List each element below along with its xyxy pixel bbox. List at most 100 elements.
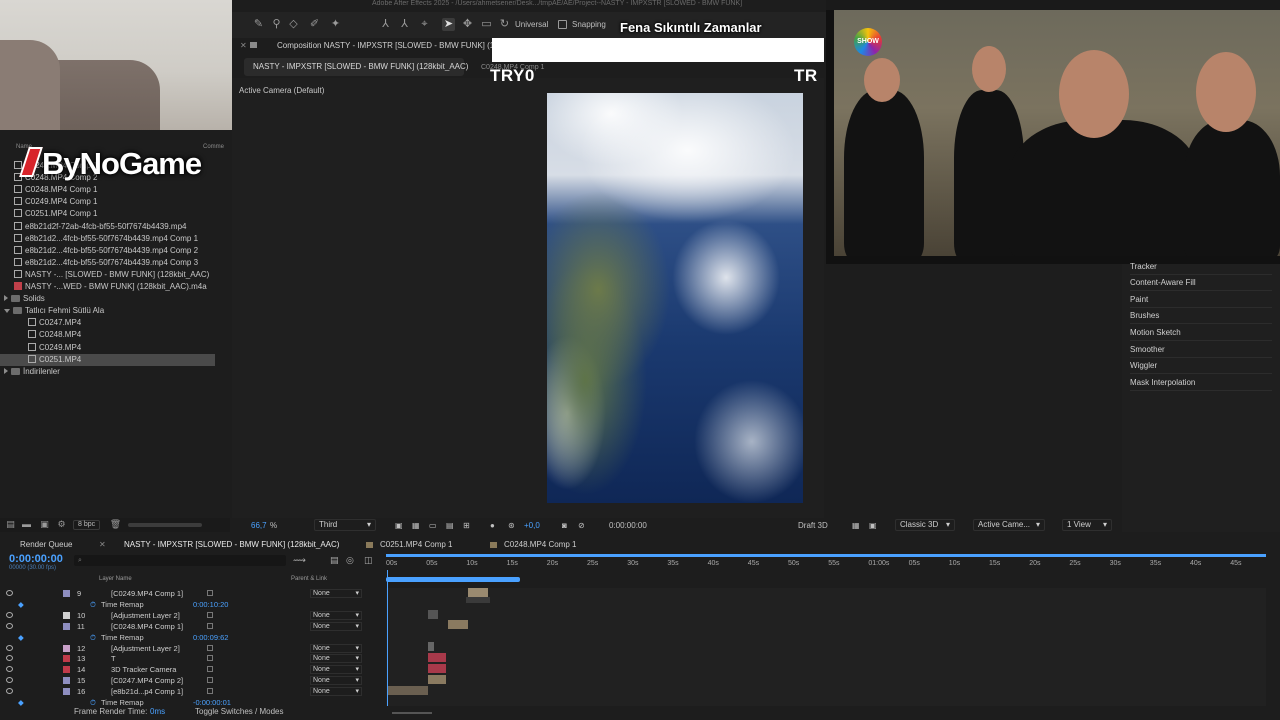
channel-icon[interactable]: ⊞ [463,521,470,531]
draft-3d-label[interactable]: Draft 3D [798,521,828,531]
track-bar[interactable] [468,588,488,597]
panel-content-aware-fill[interactable]: Content-Aware Fill [1130,275,1272,291]
layer-switch[interactable] [207,677,213,684]
motion-blur-icon[interactable]: ⟿ [293,555,306,566]
project-item[interactable]: C0248.MP4 [0,329,215,341]
label-color-swatch[interactable] [63,644,70,652]
tab-c0248[interactable]: C0248.MP4 Comp 1 [504,540,576,549]
label-color-swatch[interactable] [63,655,70,663]
bit-depth-button[interactable]: 8 bpc [73,520,101,530]
layer-row[interactable]: 12 [Adjustment Layer 2] None [0,643,385,654]
property-value[interactable]: 0:00:10:20 [193,599,228,610]
axis-local-icon[interactable]: ⅄ [379,18,392,31]
stopwatch-icon[interactable]: ⏱ [90,599,96,610]
layer-switch[interactable] [207,688,213,695]
project-item[interactable]: e8b21d2...4fcb-bf55-50f7674b4439.mp4 Com… [0,257,215,269]
layer-switch[interactable] [207,655,213,662]
expand-icon[interactable] [4,295,8,302]
stopwatch-icon[interactable]: ⏱ [90,632,96,643]
new-comp-icon[interactable]: ▣ [38,518,51,531]
project-item[interactable]: e8b21d2...4fcb-bf55-50f7674b4439.mp4 Com… [0,233,215,245]
layer-name[interactable]: [C0249.MP4 Comp 1] [111,588,183,599]
chart-icon[interactable]: ◫ [364,555,373,566]
project-item[interactable]: Tatlıcı Fehmi Sütlü Ala [0,305,215,317]
track-bar[interactable] [428,664,446,673]
visibility-icon[interactable] [6,677,13,684]
timeline-search-input[interactable]: ⌕ [74,555,286,566]
graph-editor-icon[interactable]: ◎ [346,555,354,566]
extended-viewer-icon[interactable]: ▣ [869,521,877,531]
roto-brush-icon[interactable]: ✐ [308,18,321,31]
visibility-icon[interactable] [6,688,13,695]
label-color-swatch[interactable] [63,611,70,619]
exposure-value[interactable]: +0,0 [524,521,540,531]
expand-icon[interactable] [4,367,8,374]
rectangle-tool-icon[interactable]: ▭ [480,18,493,31]
region-of-interest-icon[interactable]: ▣ [395,521,403,531]
visibility-icon[interactable] [6,590,13,596]
composition-subtab[interactable]: NASTY - IMPXSTR [SLOWED - BMW FUNK] (128… [244,58,468,76]
panel-smoother[interactable]: Smoother [1130,342,1272,358]
trash-icon[interactable]: 🗑 [109,518,122,531]
selection-tool-icon[interactable]: ➤ [442,18,455,31]
label-color-swatch[interactable] [63,688,70,696]
project-item[interactable]: İndirilenler [0,366,215,378]
layer-tracks[interactable] [386,588,1266,706]
layer-name[interactable]: 3D Tracker Camera [111,664,176,675]
project-item[interactable]: C0247.MP4 [0,317,215,329]
layer-name[interactable]: [C0247.MP4 Comp 2] [111,675,183,686]
project-item[interactable]: NASTY -...WED - BMW FUNK] (128kbit_AAC).… [0,281,215,293]
project-item[interactable]: e8b21d2...4fcb-bf55-50f7674b4439.mp4 Com… [0,245,215,257]
puppet-pin-icon[interactable]: ✦ [329,18,342,31]
project-item[interactable]: C0249.MP4 [0,342,215,354]
exposure-reset-icon[interactable]: ⊛ [508,521,515,531]
visibility-icon[interactable] [6,611,13,618]
track-bar[interactable] [428,675,446,684]
time-ruler[interactable]: 00s 05s 10s 15s 20s 25s 30s 35s 40s 45s 50s 55s 01:0… [386,556,1266,574]
track-bar[interactable] [428,610,438,619]
layer-switch[interactable] [207,644,213,651]
zoom-value[interactable]: 66,7 [251,521,267,531]
layer-switch[interactable] [207,590,213,596]
property-value[interactable]: 0:00:09:62 [193,632,228,643]
layer-row[interactable]: 9 [C0249.MP4 Comp 1] None [0,588,385,599]
track-bar[interactable] [428,642,434,651]
resolution-dropdown[interactable]: Third [314,519,376,531]
3d-ground-icon[interactable]: ▦ [852,521,860,531]
label-color-swatch[interactable] [63,677,70,685]
label-color-swatch[interactable] [63,666,70,674]
interpret-footage-icon[interactable]: ▤ [4,518,17,531]
work-area-bar[interactable] [386,577,520,582]
snapshot-icon[interactable]: ◙ [562,521,567,531]
panel-brushes[interactable]: Brushes [1130,308,1272,324]
layer-row[interactable]: 14 3D Tracker Camera None [0,664,385,675]
visibility-icon[interactable] [6,622,13,629]
comment-column-header[interactable]: Comme [203,144,224,150]
guides-icon[interactable]: ▤ [446,521,454,531]
frame-blending-icon[interactable]: ▤ [330,555,339,566]
layer-row[interactable]: 10 [Adjustment Layer 2] None [0,610,385,621]
layer-row[interactable]: 13 T None [0,653,385,664]
layer-name[interactable]: [Adjustment Layer 2] [111,610,180,621]
mask-visibility-icon[interactable]: ▭ [429,521,437,531]
layer-name-header[interactable]: Layer Name [99,576,132,582]
toggle-switches-modes[interactable]: Toggle Switches / Modes [195,707,284,716]
hand-tool-icon[interactable]: ✥ [461,18,474,31]
label-color-swatch[interactable] [63,590,70,597]
parent-dropdown[interactable]: None [310,621,362,631]
visibility-icon[interactable] [6,655,13,662]
snapping-checkbox[interactable] [558,20,567,29]
layer-name[interactable]: T [111,653,116,664]
layer-property-row[interactable]: ◆ ⏱ Time Remap 0:00:10:20 [0,599,385,610]
panel-wiggler[interactable]: Wiggler [1130,358,1272,374]
color-management-icon[interactable]: ● [490,521,495,531]
project-item[interactable]: Solids [0,293,215,305]
track-bar[interactable] [388,686,428,695]
close-icon[interactable]: ✕ [240,41,247,50]
parent-dropdown[interactable]: None [310,589,362,598]
panel-mask-interpolation[interactable]: Mask Interpolation [1130,375,1272,391]
label-color-swatch[interactable] [63,622,70,630]
close-icon[interactable]: ✕ [99,540,106,549]
parent-dropdown[interactable]: None [310,676,362,686]
thumbnail-slider[interactable] [128,523,202,527]
